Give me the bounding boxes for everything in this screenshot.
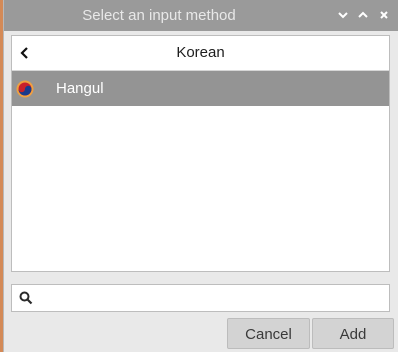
chevron-up-icon <box>358 11 368 18</box>
search-icon <box>19 291 33 305</box>
maximize-button[interactable] <box>354 6 372 24</box>
close-button[interactable] <box>375 6 393 24</box>
language-label: Korean <box>176 44 225 61</box>
chevron-left-icon <box>20 47 28 59</box>
taegeuk-icon <box>16 80 34 98</box>
input-method-dialog: Select an input method Korean Hangul Can… <box>3 0 398 352</box>
cancel-button[interactable]: Cancel <box>227 318 310 349</box>
chevron-down-icon <box>338 12 348 19</box>
list-header: Korean <box>12 36 389 71</box>
list-item-label: Hangul <box>56 80 104 97</box>
search-field[interactable] <box>11 284 390 312</box>
minimize-button[interactable] <box>334 6 352 24</box>
search-input[interactable] <box>40 288 380 308</box>
list-item-hangul[interactable]: Hangul <box>12 71 389 106</box>
window-title: Select an input method <box>82 7 236 24</box>
input-method-list: Korean Hangul <box>11 35 390 272</box>
close-icon <box>380 11 388 19</box>
add-button[interactable]: Add <box>312 318 394 349</box>
back-button[interactable] <box>14 41 36 65</box>
titlebar[interactable]: Select an input method <box>4 0 398 31</box>
